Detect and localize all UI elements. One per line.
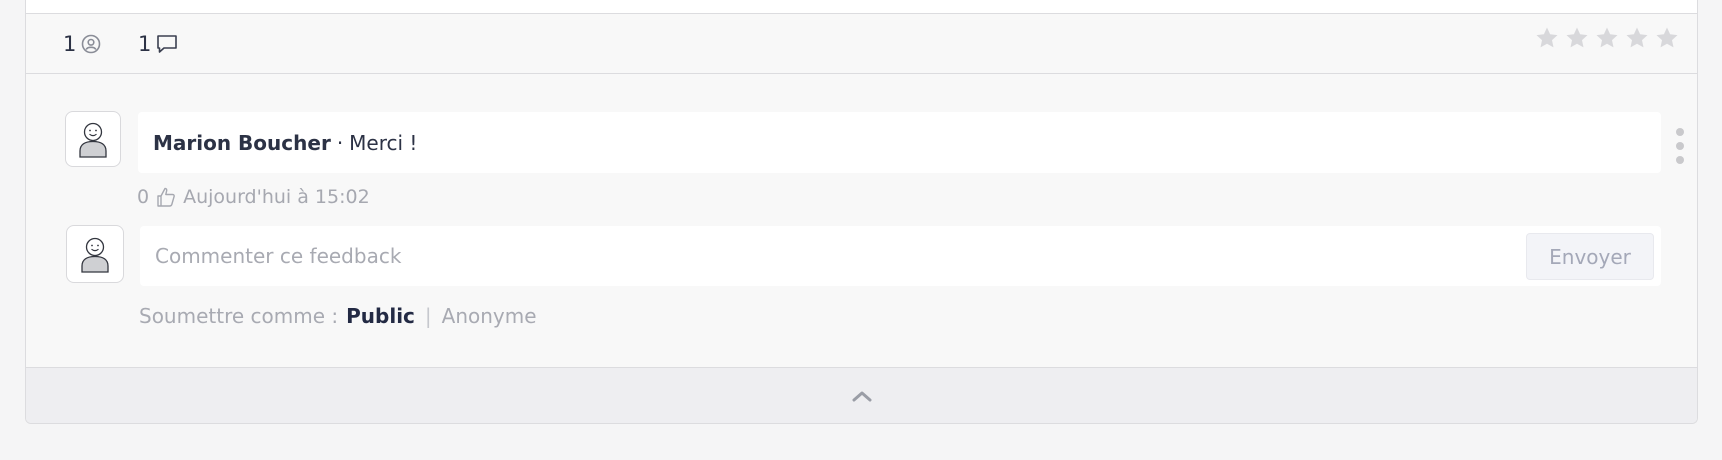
like-count: 0 [137,186,150,208]
commenter-avatar [65,111,121,167]
star-icon[interactable] [1565,26,1589,50]
submit-as-label: Soumettre comme : [139,304,339,328]
avatar-icon [79,122,107,158]
feedback-card: 1 1 Marion Boucher · Merci ! 0 Aujourd'h… [25,0,1698,424]
thumbs-up-icon[interactable] [155,186,177,208]
submit-public-option[interactable]: Public [346,304,415,328]
stats-row: 1 1 [26,14,1697,74]
star-icon[interactable] [1535,26,1559,50]
send-button[interactable]: Envoyer [1526,233,1654,280]
avatar-icon [81,237,109,273]
comment-input[interactable] [140,226,1500,286]
comments-stat[interactable]: 1 [138,30,178,58]
collapse-button[interactable] [26,367,1697,423]
current-user-avatar [66,225,124,283]
comment-composer: Envoyer [140,226,1661,286]
star-icon[interactable] [1595,26,1619,50]
comment-separator: · [336,130,344,155]
comment-meta: 0 Aujourd'hui à 15:02 [137,184,370,210]
comment-bubble: Marion Boucher · Merci ! [138,112,1661,173]
submit-anonymous-option[interactable]: Anonyme [442,304,537,328]
user-circle-icon [81,34,101,54]
followers-count: 1 [63,32,77,56]
star-icon[interactable] [1625,26,1649,50]
speech-bubble-icon [156,34,178,54]
comment-timestamp: Aujourd'hui à 15:02 [183,186,370,208]
chevron-up-icon [852,391,871,402]
option-divider: | [424,304,432,328]
card-top-strip [26,0,1697,14]
followers-stat[interactable]: 1 [63,30,101,58]
star-icon[interactable] [1655,26,1679,50]
more-vertical-icon[interactable] [1674,128,1686,164]
rating-stars[interactable] [1535,26,1679,50]
comment-text: Merci ! [349,130,418,155]
comments-count: 1 [138,32,152,56]
submit-as-selector: Soumettre comme : Public | Anonyme [139,302,537,330]
comment-author[interactable]: Marion Boucher [153,131,331,155]
